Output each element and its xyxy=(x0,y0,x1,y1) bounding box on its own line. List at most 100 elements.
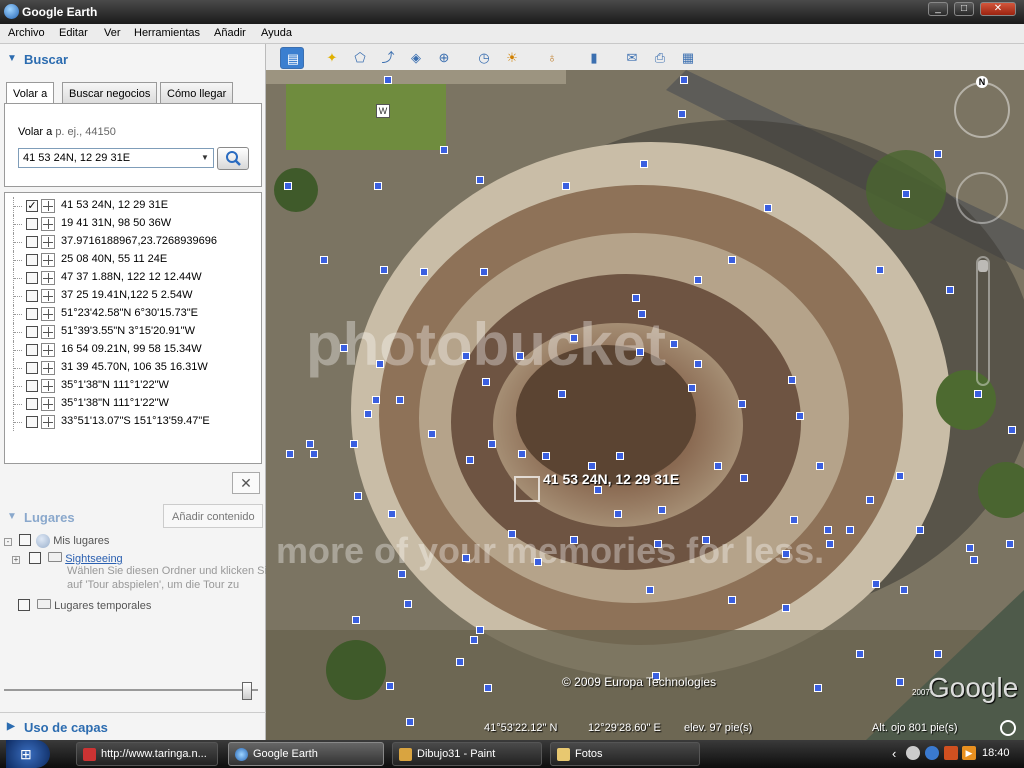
placemark-marker-icon[interactable] xyxy=(350,440,358,448)
search-result-item[interactable]: 35°1'38"N 111°1'22"W xyxy=(5,377,261,395)
historical-imagery-button[interactable]: ◷ xyxy=(472,47,496,69)
placemark-marker-icon[interactable] xyxy=(790,516,798,524)
placemark-marker-icon[interactable] xyxy=(562,182,570,190)
placemark-marker-icon[interactable] xyxy=(896,678,904,686)
placemark-marker-icon[interactable] xyxy=(384,76,392,84)
placemark-marker-icon[interactable] xyxy=(824,526,832,534)
tab-buscar-negocios[interactable]: Buscar negocios xyxy=(62,82,158,104)
placemark-marker-icon[interactable] xyxy=(476,626,484,634)
placemark-marker-icon[interactable] xyxy=(518,450,526,458)
placemark-marker-icon[interactable] xyxy=(654,540,662,548)
placemark-marker-icon[interactable] xyxy=(826,540,834,548)
placemark-marker-icon[interactable] xyxy=(404,600,412,608)
placemark-marker-icon[interactable] xyxy=(688,384,696,392)
placemark-marker-icon[interactable] xyxy=(614,510,622,518)
placemark-marker-icon[interactable] xyxy=(856,650,864,658)
placemark-marker-icon[interactable] xyxy=(396,396,404,404)
result-checkbox[interactable] xyxy=(26,326,38,338)
result-checkbox[interactable] xyxy=(26,290,38,302)
task-browser[interactable]: http://www.taringa.n... xyxy=(76,742,218,766)
sightseeing-item[interactable]: + Sightseeing xyxy=(12,550,123,565)
tab-volar-a[interactable]: Volar a xyxy=(6,82,55,105)
placemark-marker-icon[interactable] xyxy=(796,412,804,420)
placemark-marker-icon[interactable] xyxy=(482,378,490,386)
placemark-marker-icon[interactable] xyxy=(876,266,884,274)
close-search-results-button[interactable]: ✕ xyxy=(232,472,260,494)
menu-archivo[interactable]: Archivo xyxy=(8,27,45,39)
map-view[interactable]: photobucket more of your memories for le… xyxy=(266,70,1024,740)
placemark-marker-icon[interactable] xyxy=(398,570,406,578)
placemark-marker-icon[interactable] xyxy=(594,486,602,494)
minimize-button[interactable]: _ xyxy=(928,2,948,16)
placemark-marker-icon[interactable] xyxy=(352,616,360,624)
placemark-marker-icon[interactable] xyxy=(484,684,492,692)
compass-ring[interactable]: N xyxy=(954,76,1010,138)
search-result-item[interactable]: 25 08 40N, 55 11 24E xyxy=(5,251,261,269)
placemark-marker-icon[interactable] xyxy=(476,176,484,184)
placemark-marker-icon[interactable] xyxy=(440,146,448,154)
placemark-marker-icon[interactable] xyxy=(934,650,942,658)
placemark-marker-icon[interactable] xyxy=(1008,426,1016,434)
placemark-marker-icon[interactable] xyxy=(670,340,678,348)
placemark-marker-icon[interactable] xyxy=(364,410,372,418)
search-result-item[interactable]: 16 54 09.21N, 99 58 15.34W xyxy=(5,341,261,359)
placemark-marker-icon[interactable] xyxy=(534,558,542,566)
placemark-marker-icon[interactable] xyxy=(814,684,822,692)
placemark-marker-icon[interactable] xyxy=(896,472,904,480)
search-result-item[interactable]: 47 37 1.88N, 122 12 12.44W xyxy=(5,269,261,287)
placemark-marker-icon[interactable] xyxy=(702,536,710,544)
placemark-marker-icon[interactable] xyxy=(558,390,566,398)
result-checkbox[interactable] xyxy=(26,272,38,284)
sightseeing-link[interactable]: Sightseeing xyxy=(65,553,123,565)
search-panel-header[interactable]: ▼ Buscar xyxy=(0,46,266,72)
view-in-maps-button[interactable]: ▦ xyxy=(676,47,700,69)
search-result-item[interactable]: ✓ 41 53 24N, 12 29 31E xyxy=(5,197,261,215)
search-button[interactable] xyxy=(217,147,249,170)
placemark-marker-icon[interactable] xyxy=(636,348,644,356)
placemark-marker-icon[interactable] xyxy=(1006,540,1014,548)
placemark-marker-icon[interactable] xyxy=(728,596,736,604)
tray-globe-icon[interactable] xyxy=(925,746,939,760)
placemark-marker-icon[interactable] xyxy=(374,182,382,190)
add-placemark-button[interactable]: ✦ xyxy=(320,47,344,69)
placemark-marker-icon[interactable] xyxy=(542,452,550,460)
placemark-marker-icon[interactable] xyxy=(340,344,348,352)
placemark-marker-icon[interactable] xyxy=(480,268,488,276)
placemark-marker-icon[interactable] xyxy=(386,682,394,690)
selected-placemark-icon[interactable] xyxy=(514,476,540,502)
result-checkbox[interactable] xyxy=(26,236,38,248)
search-result-item[interactable]: 51°23'42.58"N 6°30'15.73"E xyxy=(5,305,261,323)
placemark-marker-icon[interactable] xyxy=(638,310,646,318)
temporary-places-item[interactable]: Lugares temporales xyxy=(18,597,151,612)
sightseeing-checkbox[interactable] xyxy=(29,552,42,564)
placemark-marker-icon[interactable] xyxy=(782,604,790,612)
result-checkbox[interactable] xyxy=(26,362,38,374)
search-result-item[interactable]: 31 39 45.70N, 106 35 16.31W xyxy=(5,359,261,377)
placemark-marker-icon[interactable] xyxy=(470,636,478,644)
placemark-marker-icon[interactable] xyxy=(462,554,470,562)
clock[interactable]: 18:40 xyxy=(982,747,1010,759)
opacity-slider-track[interactable] xyxy=(4,689,258,691)
add-content-button[interactable]: Añadir contenido xyxy=(163,504,263,528)
add-polygon-button[interactable]: ⬠ xyxy=(348,47,372,69)
placemark-marker-icon[interactable] xyxy=(872,580,880,588)
placemark-marker-icon[interactable] xyxy=(466,456,474,464)
placemark-marker-icon[interactable] xyxy=(740,474,748,482)
placemark-marker-icon[interactable] xyxy=(738,400,746,408)
close-window-button[interactable]: ✕ xyxy=(980,2,1016,16)
placemark-marker-icon[interactable] xyxy=(456,658,464,666)
search-result-item[interactable]: 37 25 19.41N,122 5 2.54W xyxy=(5,287,261,305)
media-player-icon[interactable]: ▶ xyxy=(962,746,976,760)
menu-editar[interactable]: Editar xyxy=(59,27,88,39)
task-paint[interactable]: Dibujo31 - Paint xyxy=(392,742,542,766)
menu-herramientas[interactable]: Herramientas xyxy=(134,27,200,39)
result-checkbox[interactable] xyxy=(26,254,38,266)
placemark-marker-icon[interactable] xyxy=(974,390,982,398)
placemark-marker-icon[interactable] xyxy=(428,430,436,438)
placemark-marker-icon[interactable] xyxy=(380,266,388,274)
placemark-marker-icon[interactable] xyxy=(388,510,396,518)
placemark-marker-icon[interactable] xyxy=(286,450,294,458)
placemark-marker-icon[interactable] xyxy=(788,376,796,384)
task-google-earth[interactable]: Google Earth xyxy=(228,742,384,766)
placemark-marker-icon[interactable] xyxy=(694,360,702,368)
